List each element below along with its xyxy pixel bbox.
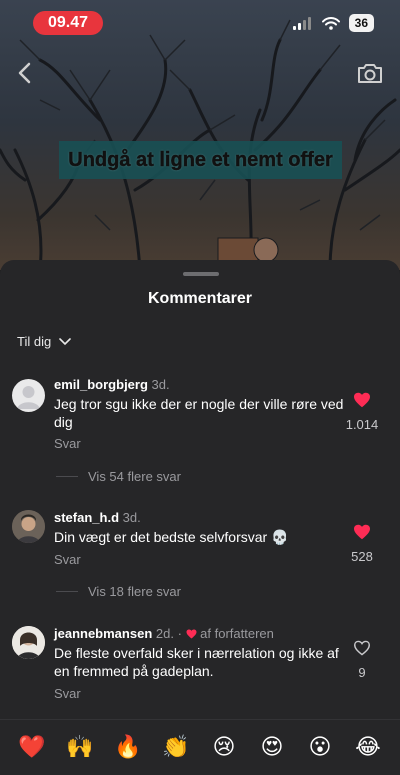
status-icons: 36 [292, 14, 374, 32]
emoji-fire[interactable]: 🔥 [111, 735, 145, 760]
comment-header: jeannebmansen 2d. · af forfatteren [54, 626, 274, 641]
emoji-reaction-bar: ❤️ 🙌 🔥 👏 😢 😍 😮 😂 [0, 719, 400, 775]
user-photo-avatar [12, 510, 45, 543]
sheet-drag-handle[interactable] [183, 272, 219, 276]
back-arrow-icon[interactable] [14, 60, 36, 86]
sort-dropdown[interactable]: Til dig [17, 334, 72, 349]
battery-indicator: 36 [348, 14, 374, 32]
heart-outline-icon [353, 640, 371, 656]
view-more-replies[interactable]: Vis 54 flere svar [56, 469, 181, 484]
chevron-down-icon [59, 337, 72, 345]
emoji-crying[interactable]: 😢 [207, 735, 241, 760]
comment-text: De fleste overfald sker i nærrelation og… [54, 645, 339, 679]
emoji-heart-eyes[interactable]: 😍 [255, 735, 289, 760]
comment-text: Jeg tror sgu ikke der er nogle der ville… [54, 396, 344, 430]
signal-icon [292, 16, 311, 30]
sheet-title: Kommentarer [147, 290, 253, 307]
comment-username[interactable]: stefan_h.d [54, 510, 119, 525]
emoji-raising-hands[interactable]: 🙌 [63, 735, 97, 760]
comment-username[interactable]: emil_borgbjerg [54, 377, 148, 392]
reply-button[interactable]: Svar [54, 552, 81, 567]
camera-icon[interactable] [356, 60, 384, 86]
emoji-heart[interactable]: ❤️ [15, 735, 49, 760]
comment-username[interactable]: jeannebmansen [54, 626, 152, 641]
avatar[interactable] [12, 379, 45, 412]
sort-label: Til dig [17, 334, 52, 349]
avatar[interactable] [12, 510, 45, 543]
comments-sheet: Kommentarer Til dig emil_borgbjerg 3d. J… [0, 260, 400, 775]
view-more-replies-label: Vis 18 flere svar [88, 584, 181, 599]
comment-time: 3d. [122, 510, 141, 525]
default-avatar-icon [17, 386, 40, 409]
author-liked-badge: af forfatteren [200, 626, 274, 641]
like-count: 1.014 [345, 417, 379, 432]
divider-line [56, 476, 78, 477]
like-count: 528 [351, 549, 373, 564]
comment-header: emil_borgbjerg 3d. [54, 377, 170, 392]
status-time: 09.47 [33, 11, 103, 35]
view-more-replies-label: Vis 54 flere svar [88, 469, 181, 484]
comment-time: 2d. · [155, 626, 182, 641]
heart-filled-icon [186, 629, 197, 639]
emoji-surprised[interactable]: 😮 [303, 735, 337, 760]
like-button[interactable]: 528 [339, 524, 385, 564]
comment-header: stefan_h.d 3d. [54, 510, 141, 525]
emoji-laughing[interactable]: 😂 [351, 735, 385, 760]
view-more-replies[interactable]: Vis 18 flere svar [56, 584, 181, 599]
wifi-icon [321, 16, 340, 30]
heart-filled-icon [354, 392, 370, 408]
video-caption: Undgå at ligne et nemt offer [59, 141, 342, 179]
comment-text: Din vægt er det bedste selvforsvar 💀 [54, 529, 289, 545]
avatar[interactable] [12, 626, 45, 659]
emoji-clapping[interactable]: 👏 [159, 735, 193, 760]
heart-filled-icon [354, 524, 370, 540]
status-bar: 09.47 36 [0, 0, 400, 46]
like-button[interactable]: 9 [339, 640, 385, 680]
comment-time: 3d. [151, 377, 170, 392]
reply-button[interactable]: Svar [54, 436, 81, 451]
like-count: 9 [358, 665, 366, 680]
user-photo-avatar [12, 626, 45, 659]
reply-button[interactable]: Svar [54, 686, 81, 701]
divider-line [56, 591, 78, 592]
like-button[interactable]: 1.014 [339, 392, 385, 432]
